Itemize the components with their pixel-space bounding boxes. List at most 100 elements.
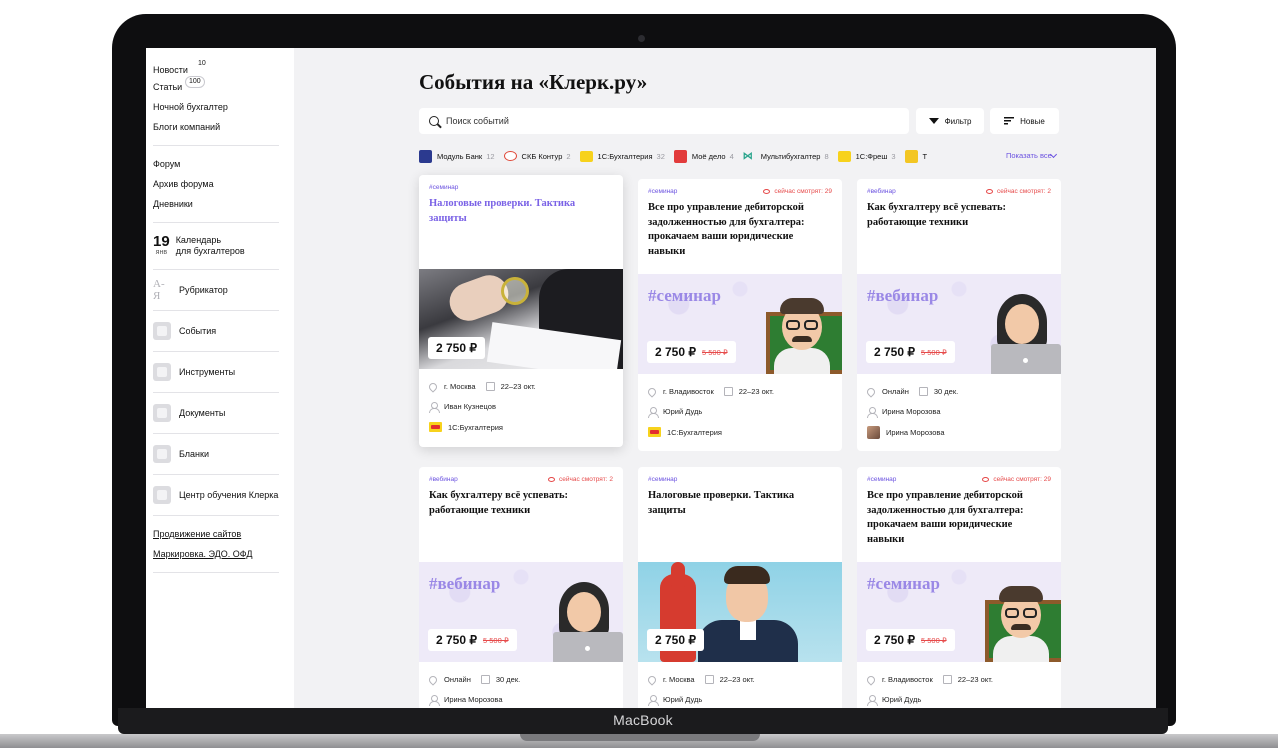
person-icon [429,695,440,706]
price-tag: 2 750 ₽5 500 ₽ [647,341,736,363]
location-pin-icon [427,380,439,393]
watching-indicator: сейчас смотрят: 29 [982,476,1051,483]
event-image[interactable]: #семинар 2 750 ₽5 500 ₽ [638,274,842,374]
company-chip[interactable]: ⋈ Мультибухгалтер 8 [743,150,829,163]
divider [153,572,279,573]
event-location-date: Онлайн 30 дек. [427,673,520,686]
calendar-icon [480,675,490,684]
event-tag[interactable]: #семинар [429,184,458,191]
multibuh-logo-icon: ⋈ [742,150,753,162]
watching-indicator: сейчас смотрят: 29 [763,188,832,195]
location-pin-icon [865,385,877,398]
device-label: MacBook [613,712,673,728]
calendar-icon: 19 янв [153,233,170,256]
event-card[interactable]: #семинар сейчас смотрят: 29 Все про упра… [638,179,842,451]
event-title[interactable]: Все про управление дебиторской задолженн… [867,489,1051,547]
event-image[interactable]: #вебинар 2 750 ₽5 500 ₽ [419,562,623,662]
eye-icon [982,477,990,482]
sidebar-item-forms[interactable]: Бланки [153,442,294,466]
event-tag[interactable]: #семинар [867,476,896,483]
sidebar-item-calendar[interactable]: 19 янв Календарь для бухгалтеров [153,231,294,261]
location-pin-icon [427,673,439,686]
sidebar-item-company-blogs[interactable]: Блоги компаний [153,117,294,137]
sidebar-item-night-accountant[interactable]: Ночной бухгалтер [153,97,294,117]
event-title[interactable]: Налоговые проверки. Тактика защиты [648,489,832,518]
company-filter: Модуль Банк 12 СКБ Контур 2 1С:Бухгалтерия… [419,148,1059,164]
event-tag[interactable]: #семинар [648,188,677,195]
sidebar-item-rubricator[interactable]: А-Я Рубрикатор [153,278,294,302]
sidebar-item-articles[interactable]: Статьи 100 [153,76,294,97]
event-location-date: Онлайн 30 дек. [865,385,958,398]
company-chip[interactable]: СКБ Контур 2 [503,151,571,161]
divider [153,351,279,352]
count-badge: 100 [185,76,205,88]
event-organizer[interactable]: 1С:Бухгалтерия [648,427,722,437]
kontur-logo-icon [503,151,517,161]
sidebar-item-forum-archive[interactable]: Архив форума [153,174,294,194]
sidebar-link-seo[interactable]: Продвижение сайтов [153,524,294,544]
company-chip[interactable]: 1С:Бухгалтерия 32 [579,150,665,162]
modulbank-logo-icon [419,149,432,163]
organizer-avatar [867,426,880,439]
event-organizer[interactable]: Ирина Морозова [867,426,945,439]
location-pin-icon [865,673,877,686]
sidebar-item-tools[interactable]: Инструменты [153,360,294,384]
sidebar-item-label: Статьи [153,82,183,92]
event-image[interactable]: #вебинар 2 750 ₽5 500 ₽ [857,274,1061,374]
filter-button[interactable]: Фильтр [916,108,984,134]
sort-button[interactable]: Новые [990,108,1059,134]
count-badge: 10 [198,60,206,67]
show-all-link[interactable]: Показать все [1004,148,1052,164]
event-title[interactable]: Как бухгалтеру всё успевать: работающие … [429,489,613,518]
sidebar-item-events[interactable]: События [153,319,294,343]
company-chip[interactable]: Модуль Банк 12 [419,149,495,163]
calendar-icon [485,382,495,391]
event-tag[interactable]: #вебинар [429,476,458,483]
company-chip[interactable]: 1С:Фреш 3 [837,150,896,162]
company-chip[interactable]: Т [904,149,927,163]
event-speaker: Иван Кузнецов [429,402,496,413]
company-chip[interactable]: Моё дело 4 [673,149,734,163]
event-image[interactable]: 2 750 ₽ [638,562,842,662]
sort-icon [1004,117,1015,125]
sidebar-item-label: Новости [153,65,188,75]
event-title[interactable]: Налоговые проверки. Тактика защиты [429,197,613,226]
event-location-date: г. Владивосток 22–23 окт. [646,385,774,398]
event-tag[interactable]: #вебинар [867,188,896,195]
watching-indicator: сейчас смотрят: 2 [986,188,1051,195]
screen: Новости 10 Статьи 100 Ночной бухгалтер Б… [146,48,1156,708]
event-card[interactable]: #вебинар сейчас смотрят: 2 Как бухгалтер… [419,467,623,708]
event-speaker: Юрий Дудь [867,695,921,706]
laptop-notch [520,734,760,741]
sidebar-item-documents[interactable]: Документы [153,401,294,425]
event-card[interactable]: #семинар Налоговые проверки. Тактика защ… [419,175,623,447]
sidebar-item-education[interactable]: Центр обучения Клерка [153,483,294,507]
event-organizer[interactable]: 1С:Бухгалтерия [429,422,503,432]
1c-logo-icon [429,422,442,432]
event-title[interactable]: Все про управление дебиторской задолженн… [648,201,832,259]
laptop-chin: MacBook [118,708,1168,734]
divider [153,433,279,434]
eye-icon [986,189,993,194]
event-image[interactable]: #семинар 2 750 ₽5 500 ₽ [857,562,1061,662]
events-icon [153,322,171,340]
sidebar-item-forum[interactable]: Форум [153,154,294,174]
1c-logo-icon [648,427,661,437]
event-title[interactable]: Как бухгалтеру всё успевать: работающие … [867,201,1051,230]
event-location-date: г. Москва 22–23 окт. [646,673,755,686]
divider [153,222,279,223]
event-card[interactable]: #семинар Налоговые проверки. Тактика защ… [638,467,842,708]
sidebar-link-marking[interactable]: Маркировка. ЭДО. ОФД [153,544,294,564]
sidebar-item-diaries[interactable]: Дневники [153,194,294,214]
calendar-icon [942,675,952,684]
magnifier-icon [501,277,529,305]
search-bar[interactable] [419,108,909,134]
search-input[interactable] [446,116,846,126]
event-card[interactable]: #семинар сейчас смотрят: 29 Все про упра… [857,467,1061,708]
event-tag[interactable]: #семинар [648,476,677,483]
event-image[interactable]: 2 750 ₽ [419,269,623,369]
event-speaker: Юрий Дудь [648,695,702,706]
event-card[interactable]: #вебинар сейчас смотрят: 2 Как бухгалтер… [857,179,1061,451]
documents-icon [153,404,171,422]
calendar-label: Календарь для бухгалтеров [175,235,245,256]
